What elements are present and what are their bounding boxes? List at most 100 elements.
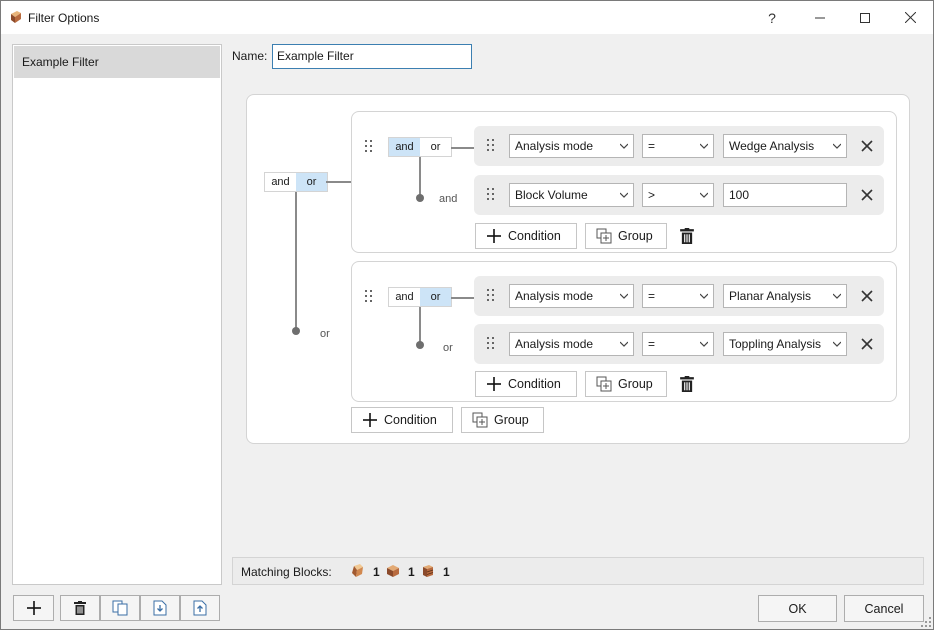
group-2-or-option[interactable]: or (420, 288, 451, 306)
operator-dropdown-value: = (648, 139, 656, 153)
delete-group-icon[interactable] (680, 228, 694, 244)
help-button[interactable]: ? (749, 1, 795, 34)
plus-icon (487, 229, 501, 243)
root-connector-line (295, 192, 297, 330)
group-1-operator-toggle[interactable]: and or (388, 137, 452, 157)
field-dropdown[interactable]: Analysis mode (509, 134, 634, 158)
operator-dropdown[interactable]: = (642, 284, 714, 308)
condition-drag-handle[interactable] (487, 337, 497, 351)
operator-dropdown-value: > (648, 188, 656, 202)
remove-condition-icon[interactable] (859, 288, 875, 304)
resize-grip-icon[interactable] (921, 617, 931, 627)
group-1-connector-line (419, 157, 421, 197)
matching-blocks-bar: Matching Blocks: 1 1 1 (232, 557, 924, 585)
add-group-button[interactable]: Group (585, 371, 667, 397)
app-icon (11, 11, 21, 23)
group-1-and-option[interactable]: and (389, 138, 420, 156)
group-2-drag-handle[interactable] (365, 290, 375, 304)
window-title: Filter Options (28, 11, 100, 25)
add-condition-label: Condition (508, 377, 561, 391)
root-group-operator-toggle[interactable]: and or (264, 172, 328, 192)
field-dropdown-value: Analysis mode (515, 289, 594, 303)
planar-block-icon (387, 565, 399, 577)
root-group: and or or and or and Analysis mode = Wed… (246, 94, 910, 444)
delete-group-icon[interactable] (680, 376, 694, 392)
import-icon (153, 600, 167, 616)
operator-dropdown-value: = (648, 289, 656, 303)
operator-dropdown[interactable]: > (642, 183, 714, 207)
remove-condition-icon[interactable] (859, 187, 875, 203)
value-input[interactable]: 100 (723, 183, 847, 207)
chevron-down-icon (700, 192, 708, 198)
operator-dropdown[interactable]: = (642, 332, 714, 356)
root-and-option[interactable]: and (265, 173, 296, 191)
add-group-icon (596, 376, 612, 392)
value-dropdown-value: Wedge Analysis (729, 139, 815, 153)
cancel-button[interactable]: Cancel (844, 595, 924, 622)
root-connector-label: or (320, 328, 330, 340)
maximize-button[interactable] (842, 1, 888, 34)
chevron-down-icon (833, 143, 841, 149)
chevron-down-icon (700, 143, 708, 149)
ok-button[interactable]: OK (758, 595, 837, 622)
add-filter-button[interactable] (13, 595, 54, 621)
group-1-connector-dot (416, 194, 424, 202)
minimize-button[interactable] (797, 1, 843, 34)
add-condition-label: Condition (508, 229, 561, 243)
value-dropdown[interactable]: Planar Analysis (723, 284, 847, 308)
add-group-label: Group (618, 229, 653, 243)
chevron-down-icon (700, 293, 708, 299)
wedge-block-count: 1 (373, 565, 380, 579)
minimize-icon (815, 17, 825, 18)
chevron-down-icon (620, 341, 628, 347)
group-1-drag-handle[interactable] (365, 140, 375, 154)
group-2-branch-line (451, 297, 475, 299)
duplicate-filter-button[interactable] (100, 595, 140, 621)
planar-block-count: 1 (408, 565, 415, 579)
chevron-down-icon (620, 293, 628, 299)
add-group-label: Group (618, 377, 653, 391)
add-group-icon (596, 228, 612, 244)
delete-filter-button[interactable] (60, 595, 100, 621)
field-dropdown-value: Analysis mode (515, 139, 594, 153)
field-dropdown-value: Analysis mode (515, 337, 594, 351)
root-add-condition-button[interactable]: Condition (351, 407, 453, 433)
condition-row: Block Volume > 100 (474, 175, 884, 215)
value-dropdown[interactable]: Toppling Analysis (723, 332, 847, 356)
remove-condition-icon[interactable] (859, 138, 875, 154)
field-dropdown[interactable]: Analysis mode (509, 332, 634, 356)
plus-icon (363, 413, 377, 427)
remove-condition-icon[interactable] (859, 336, 875, 352)
root-branch-line (326, 181, 351, 183)
operator-dropdown[interactable]: = (642, 134, 714, 158)
condition-row: Analysis mode = Planar Analysis (474, 276, 884, 316)
duplicate-icon (112, 600, 128, 616)
field-dropdown[interactable]: Block Volume (509, 183, 634, 207)
add-icon (26, 601, 41, 615)
value-dropdown[interactable]: Wedge Analysis (723, 134, 847, 158)
group-2-connector-label: or (443, 342, 453, 354)
import-filter-button[interactable] (140, 595, 180, 621)
filter-list-item[interactable]: Example Filter (14, 46, 220, 78)
group-2-and-option[interactable]: and (389, 288, 420, 306)
matching-blocks-label: Matching Blocks: (241, 565, 332, 579)
group-2-operator-toggle[interactable]: and or (388, 287, 452, 307)
field-dropdown[interactable]: Analysis mode (509, 284, 634, 308)
group-1-or-option[interactable]: or (420, 138, 451, 156)
condition-drag-handle[interactable] (487, 289, 497, 303)
filter-list: Example Filter (12, 44, 222, 585)
root-or-option[interactable]: or (296, 173, 327, 191)
chevron-down-icon (700, 341, 708, 347)
toppling-block-count: 1 (443, 565, 450, 579)
add-group-button[interactable]: Group (585, 223, 667, 249)
export-filter-button[interactable] (180, 595, 220, 621)
chevron-down-icon (620, 192, 628, 198)
add-condition-button[interactable]: Condition (475, 223, 577, 249)
condition-drag-handle[interactable] (487, 139, 497, 153)
group-1-connector-label: and (439, 193, 458, 205)
root-add-group-button[interactable]: Group (461, 407, 544, 433)
close-button[interactable] (887, 1, 933, 34)
condition-drag-handle[interactable] (487, 188, 497, 202)
name-input[interactable]: Example Filter (272, 44, 472, 69)
add-condition-button[interactable]: Condition (475, 371, 577, 397)
